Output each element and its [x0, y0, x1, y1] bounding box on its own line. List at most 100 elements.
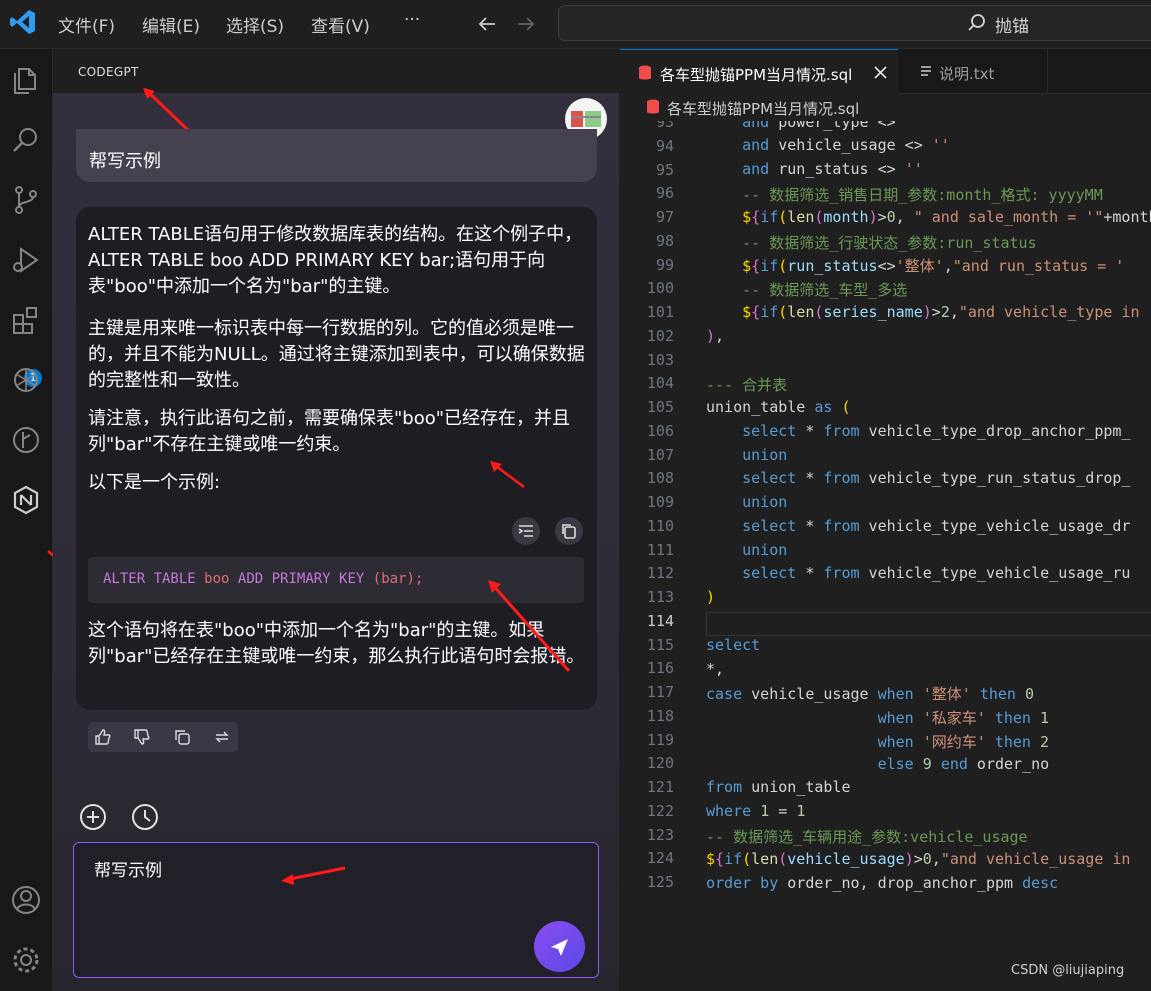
back-arrow-icon[interactable]	[476, 13, 498, 35]
code-line: when '网约车' then 2	[877, 733, 1050, 751]
code-line: select	[706, 636, 761, 654]
code-line: select * from vehicle_type_run_status_dr…	[742, 469, 1131, 487]
line-number: 93	[655, 121, 674, 131]
insert-code-button[interactable]	[512, 517, 540, 545]
line-number: 114	[646, 611, 674, 630]
code-line: and run_status <> ''	[742, 160, 923, 178]
line-number: 98	[655, 231, 674, 250]
copy-code-button[interactable]	[555, 517, 583, 545]
thumbs-down-icon[interactable]	[132, 727, 152, 747]
source-control-icon[interactable]	[9, 183, 43, 217]
insert-code-icon	[518, 525, 533, 537]
code-line: ${if(run_status<>'整体',"and run_status = …	[742, 257, 1125, 275]
annotation-arrow	[488, 580, 571, 672]
annotation-arrow	[490, 461, 525, 488]
assistant-paragraph: 主键是用来唯一标识表中每一行数据的列。它的值必须是唯一的，并且不能为NULL。通…	[88, 318, 585, 391]
code-line: ALTER TABLE boo ADD PRIMARY KEY (bar);	[103, 571, 423, 587]
line-number: 115	[646, 635, 674, 654]
database-icon	[639, 65, 651, 80]
line-number: 105	[646, 398, 674, 416]
line-number: 119	[646, 730, 674, 749]
git-graph-icon[interactable]	[9, 423, 43, 457]
title-bar: 文件(F) 编辑(E) 选择(S) 查看(V) ··· 抛锚	[0, 0, 1151, 49]
breadcrumb[interactable]: 各车型抛锚PPM当月情况.sql	[620, 93, 1151, 121]
menu-file[interactable]: 文件(F)	[58, 12, 115, 37]
menu-edit[interactable]: 编辑(E)	[142, 12, 200, 37]
annotation-arrow	[143, 87, 191, 133]
codegpt-chat-panel: CODEGPT 帮写示例 ALTER TABLE语句用于修改数据库表的结构。在这…	[53, 49, 619, 991]
line-number: 103	[646, 350, 674, 369]
line-number: 113	[646, 588, 674, 606]
line-number: 125	[646, 873, 674, 891]
line-number: 116	[646, 659, 674, 678]
thumbs-up-icon[interactable]	[93, 727, 113, 747]
menu-view[interactable]: 查看(V)	[311, 12, 370, 37]
line-number: 118	[646, 706, 674, 725]
extensions-icon[interactable]	[9, 303, 43, 337]
chat-input[interactable]: 帮写示例	[73, 842, 599, 978]
current-line-highlight	[706, 612, 1151, 636]
history-clock-icon[interactable]	[130, 802, 160, 832]
code-line: *,	[706, 660, 725, 678]
line-number: 108	[646, 469, 674, 488]
code-identifier: boo	[204, 571, 230, 587]
user-message: 帮写示例	[76, 129, 597, 182]
assistant-paragraph: ALTER TABLE语句用于修改数据库表的结构。在这个例子中，ALTER TA…	[88, 224, 583, 297]
code-keyword: ALTER TABLE	[103, 571, 196, 587]
line-number: 106	[646, 421, 674, 440]
copy-message-icon[interactable]	[172, 727, 192, 747]
regenerate-icon[interactable]	[212, 727, 232, 747]
explorer-icon[interactable]	[9, 63, 43, 97]
tab-txt-file[interactable]: 说明.txt	[899, 49, 1048, 93]
line-number: 109	[646, 493, 674, 511]
line-number: 94	[655, 136, 674, 155]
forward-arrow-icon[interactable]	[515, 13, 537, 35]
close-icon[interactable]	[874, 66, 887, 79]
search-sidebar-icon[interactable]	[9, 123, 43, 157]
text-file-icon	[921, 66, 931, 76]
line-number: 102	[646, 326, 674, 345]
code-line: order by order_no, drop_anchor_ppm desc	[706, 874, 1059, 892]
code-line: union	[742, 493, 788, 511]
code-line: else 9 end order_no	[877, 755, 1050, 773]
code-line: union	[742, 541, 788, 559]
code-line: select * from vehicle_type_drop_anchor_p…	[742, 422, 1131, 440]
tab-label: 说明.txt	[939, 65, 995, 83]
menu-more[interactable]: ···	[404, 10, 420, 30]
code-line: ${if(len(series_name)>2,"and vehicle_typ…	[742, 303, 1140, 321]
send-button[interactable]	[534, 921, 585, 972]
code-identifier: (bar);	[372, 571, 424, 587]
code-line: and power_type <>	[742, 121, 896, 131]
codegpt-icon[interactable]	[9, 483, 43, 517]
account-icon[interactable]	[9, 883, 43, 917]
run-debug-icon[interactable]	[9, 243, 43, 277]
activity-bar: 1	[0, 49, 65, 991]
user-message-text: 帮写示例	[89, 151, 161, 172]
line-number: 97	[655, 208, 674, 226]
command-search[interactable]: 抛锚	[558, 5, 1151, 41]
search-text: 抛锚	[995, 17, 1029, 37]
search-icon	[968, 14, 985, 31]
line-number: 123	[646, 825, 674, 844]
menu-select[interactable]: 选择(S)	[226, 12, 284, 37]
line-number: 112	[646, 564, 674, 583]
code-keyword: ADD PRIMARY KEY	[237, 571, 365, 587]
line-number: 121	[646, 778, 674, 796]
code-line: -- 数据筛选_行驶状态_参数:run_status	[742, 234, 1037, 252]
openai-icon[interactable]	[9, 363, 43, 397]
code-line: )	[706, 588, 716, 606]
line-number: 99	[655, 255, 674, 274]
line-number: 120	[646, 754, 674, 773]
code-line: select * from vehicle_type_vehicle_usage…	[742, 517, 1131, 535]
vscode-logo-icon	[10, 10, 35, 34]
code-line: -- 数据筛选_车辆用途_参数:vehicle_usage	[706, 828, 1028, 846]
watermark: CSDN @liujiaping	[1011, 963, 1125, 978]
settings-gear-icon[interactable]	[9, 943, 43, 977]
code-area[interactable]: 93 94 95 96 97 98 99 100 101 102 103 104 105 106 107 10…	[620, 121, 1151, 991]
tab-sql-file[interactable]: 各车型抛锚PPM当月情况.sql	[620, 49, 898, 94]
code-line: and vehicle_usage <> ''	[742, 136, 950, 154]
code-line: case vehicle_usage when '整体' then 0	[706, 685, 1035, 703]
breadcrumb-file: 各车型抛锚PPM当月情况.sql	[667, 100, 860, 118]
code-line: ${if(len(vehicle_usage)>0,"and vehicle_u…	[706, 850, 1131, 868]
add-icon[interactable]	[78, 802, 108, 832]
